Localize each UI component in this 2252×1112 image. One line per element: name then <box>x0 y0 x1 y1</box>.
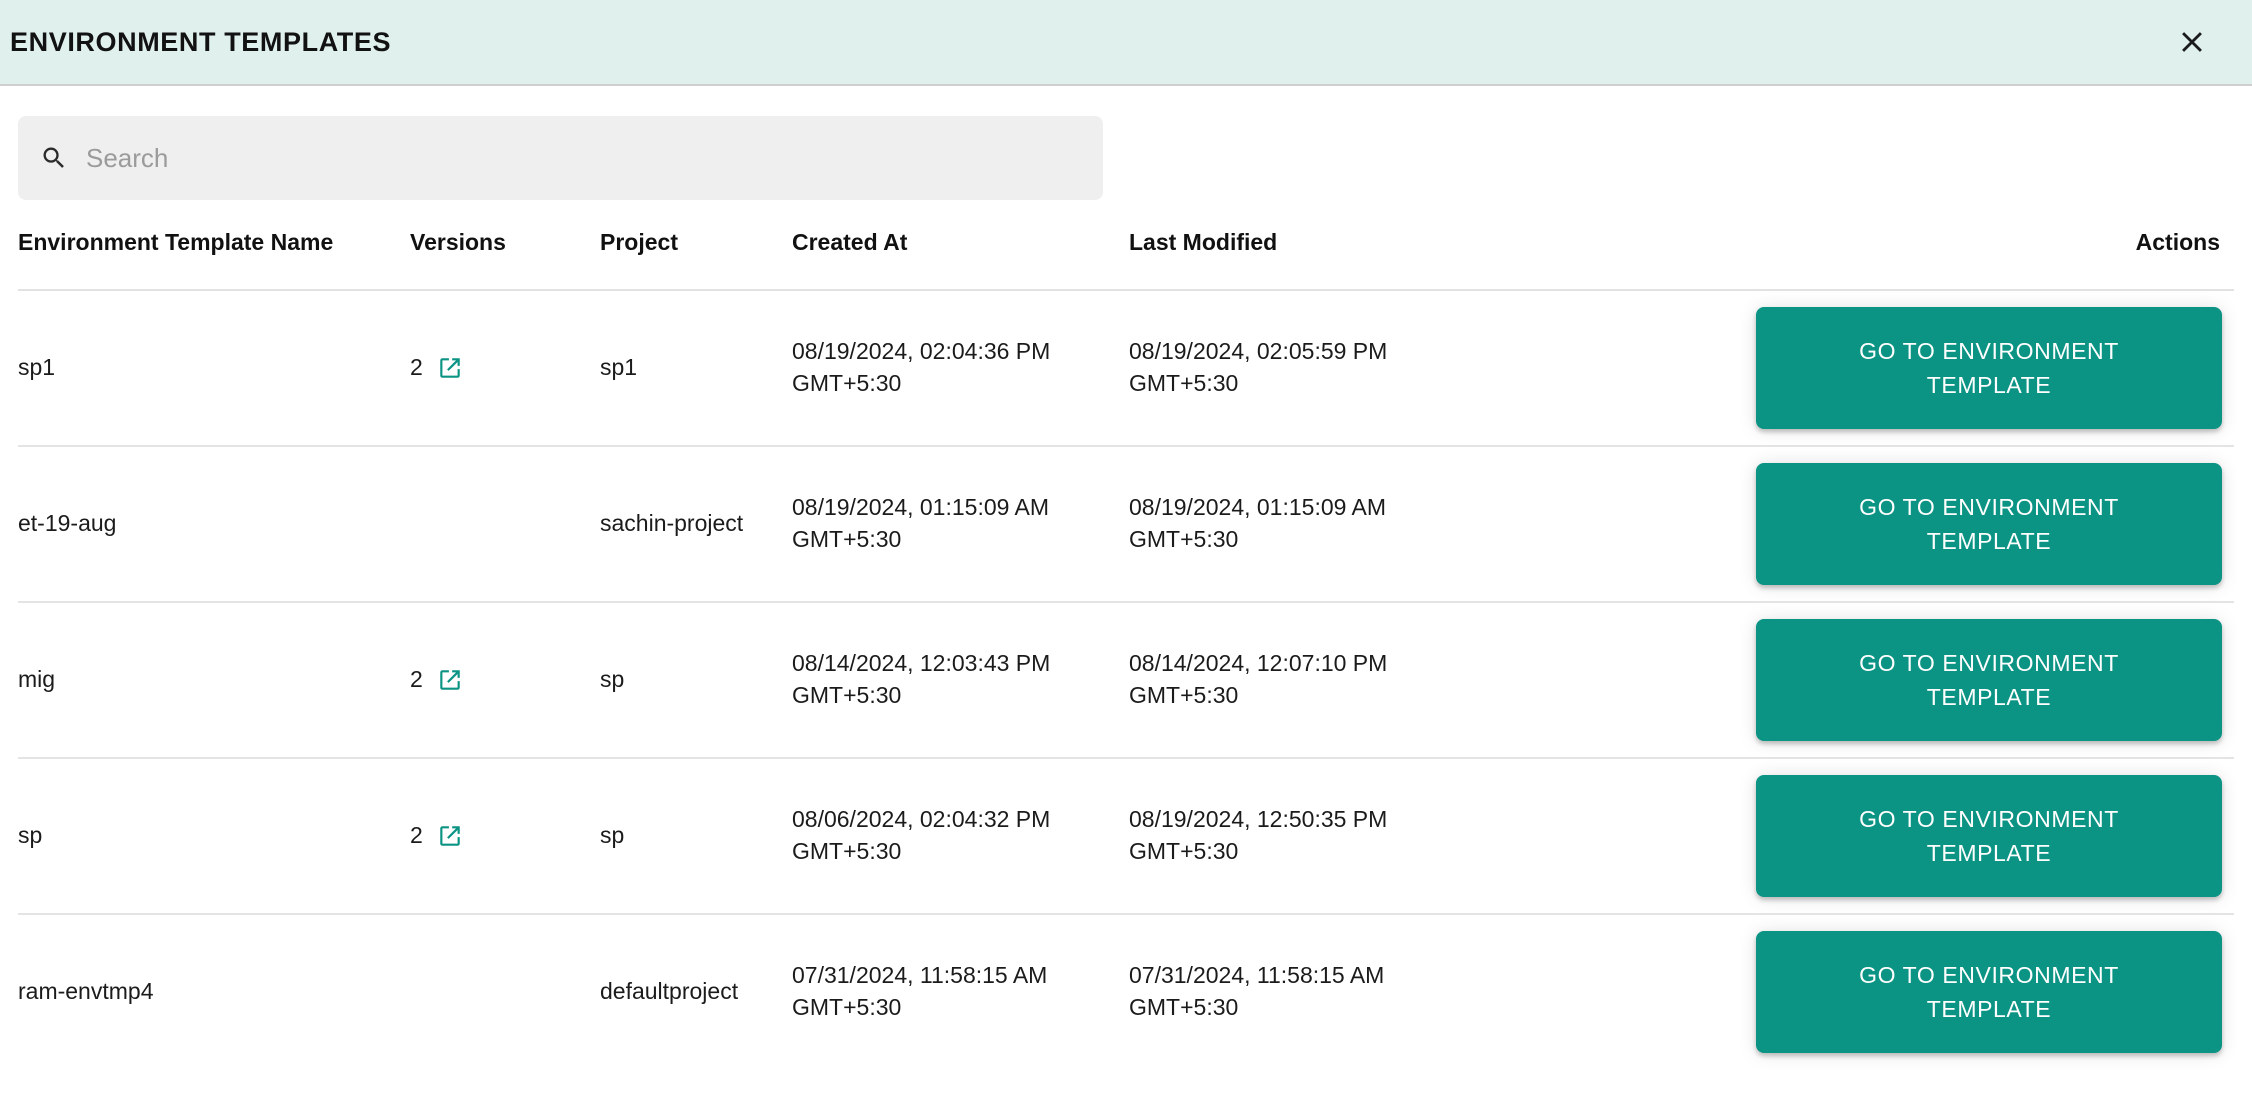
column-header-versions: Versions <box>410 226 600 291</box>
cell-project: defaultproject <box>600 977 739 1004</box>
go-to-environment-template-button[interactable]: GO TO ENVIRONMENT TEMPLATE <box>1756 462 2222 585</box>
go-to-environment-template-button[interactable]: GO TO ENVIRONMENT TEMPLATE <box>1756 618 2222 741</box>
cell-last-modified: 08/14/2024, 12:07:10 PM GMT+5:30 <box>1129 601 1496 759</box>
cell-versions: 2 <box>410 601 600 759</box>
go-to-environment-template-button[interactable]: GO TO ENVIRONMENT TEMPLATE <box>1756 306 2222 429</box>
close-icon <box>2175 25 2209 59</box>
close-button[interactable] <box>2166 16 2218 68</box>
cell-created-at: 08/19/2024, 01:15:09 AM GMT+5:30 <box>792 445 1129 603</box>
column-header-project: Project <box>600 226 792 291</box>
cell-last-modified: 08/19/2024, 02:05:59 PM GMT+5:30 <box>1129 289 1496 447</box>
table-row: sp 2 sp 08/06/2024, 02:04:32 PM GMT+5:30… <box>18 757 2234 915</box>
cell-actions: GO TO ENVIRONMENT TEMPLATE <box>1496 289 2234 447</box>
external-link-icon[interactable] <box>437 667 463 693</box>
cell-last-modified: 07/31/2024, 11:58:15 AM GMT+5:30 <box>1129 961 1385 1020</box>
column-header-created-at: Created At <box>792 226 1129 291</box>
search-icon <box>40 144 68 172</box>
cell-actions: GO TO ENVIRONMENT TEMPLATE <box>1496 914 2234 1069</box>
page-title: ENVIRONMENT TEMPLATES <box>10 26 392 57</box>
table-header-row: Environment Template Name Versions Proje… <box>18 226 2234 291</box>
table-row: mig 2 sp 08/14/2024, 12:03:43 PM GMT+5:3… <box>18 601 2234 759</box>
environment-templates-dialog: ENVIRONMENT TEMPLATES Environment <box>0 0 2252 1112</box>
table-row: sp1 2 sp1 08/19/2024, 02:04:36 PM GMT+5:… <box>18 289 2234 447</box>
table-header: Environment Template Name Versions Proje… <box>18 226 2234 291</box>
cell-project: sp <box>600 757 792 915</box>
cell-last-modified: 08/19/2024, 12:50:35 PM GMT+5:30 <box>1129 757 1496 915</box>
cell-template-name: sp1 <box>18 289 410 447</box>
external-link-icon[interactable] <box>437 355 463 381</box>
cell-created-at: 08/06/2024, 02:04:32 PM GMT+5:30 <box>792 757 1129 915</box>
cell-versions: 2 <box>410 289 600 447</box>
cell-created-at: 07/31/2024, 11:58:15 AM GMT+5:30 <box>792 961 1048 1020</box>
cell-template-name: et-19-aug <box>18 445 410 603</box>
column-header-name: Environment Template Name <box>18 226 410 291</box>
go-to-environment-template-button[interactable]: GO TO ENVIRONMENT TEMPLATE <box>1756 774 2222 897</box>
cell-created-at: 08/19/2024, 02:04:36 PM GMT+5:30 <box>792 289 1129 447</box>
cell-project: sachin-project <box>600 445 792 603</box>
cell-template-name: sp <box>18 757 410 915</box>
dialog-header: ENVIRONMENT TEMPLATES <box>0 0 2252 86</box>
cell-actions: GO TO ENVIRONMENT TEMPLATE <box>1496 757 2234 915</box>
cell-created-at: 08/14/2024, 12:03:43 PM GMT+5:30 <box>792 601 1129 759</box>
search-input[interactable] <box>84 115 1081 201</box>
search-box[interactable] <box>18 115 1103 201</box>
cell-versions: 2 <box>410 757 600 915</box>
table-body: sp1 2 sp1 08/19/2024, 02:04:36 PM GMT+5:… <box>18 289 2234 1069</box>
versions-count: 2 <box>410 821 423 848</box>
table-row: ram-envtmp4 defaultproject 07/31/2024, 1… <box>18 914 2234 1069</box>
cell-template-name: ram-envtmp4 <box>18 977 154 1004</box>
column-header-actions: Actions <box>1496 226 2234 291</box>
cell-template-name: mig <box>18 601 410 759</box>
go-to-environment-template-button[interactable]: GO TO ENVIRONMENT TEMPLATE <box>1756 930 2222 1053</box>
cell-actions: GO TO ENVIRONMENT TEMPLATE <box>1496 445 2234 603</box>
cell-project: sp1 <box>600 289 792 447</box>
cell-versions <box>410 445 600 603</box>
column-header-last-modified: Last Modified <box>1129 226 1496 291</box>
table-row: et-19-aug sachin-project 08/19/2024, 01:… <box>18 445 2234 603</box>
dialog-body: Environment Template Name Versions Proje… <box>0 86 2252 1112</box>
versions-count: 2 <box>410 353 423 380</box>
environment-templates-table: Environment Template Name Versions Proje… <box>18 226 2234 1069</box>
versions-count: 2 <box>410 665 423 692</box>
external-link-icon[interactable] <box>437 823 463 849</box>
cell-project: sp <box>600 601 792 759</box>
cell-actions: GO TO ENVIRONMENT TEMPLATE <box>1496 601 2234 759</box>
cell-versions <box>410 914 600 1069</box>
cell-last-modified: 08/19/2024, 01:15:09 AM GMT+5:30 <box>1129 445 1496 603</box>
